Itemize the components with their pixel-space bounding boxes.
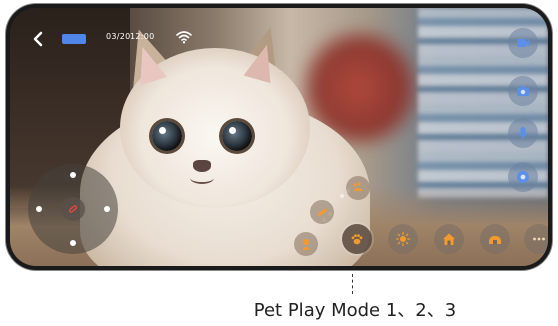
status-time: 12:00 xyxy=(130,32,155,41)
laser-icon xyxy=(68,205,78,213)
device-status-chip xyxy=(62,34,86,44)
cat-nose xyxy=(193,160,211,172)
video-record-icon xyxy=(517,39,530,47)
joystick-left-dot[interactable] xyxy=(36,206,42,212)
play-mode-3-button[interactable] xyxy=(346,176,370,200)
stage: 03/20 12:00 Pet Play Mode 1、2、3 xyxy=(0,0,558,326)
light-icon xyxy=(395,231,411,247)
joystick-down-dot[interactable] xyxy=(70,240,76,246)
arc-dot xyxy=(340,194,344,198)
annotation-label: Pet Play Mode 1、2、3 xyxy=(253,300,457,321)
cat-eye-right xyxy=(222,121,252,151)
camera-feed: 03/20 12:00 xyxy=(10,8,548,266)
joystick-handle[interactable] xyxy=(61,197,85,221)
annotation-pointer-line xyxy=(352,274,353,294)
settings-button[interactable] xyxy=(508,162,538,192)
house-low-icon xyxy=(489,236,501,244)
play-mode-2-icon xyxy=(317,208,327,216)
play-mode-1-button[interactable] xyxy=(294,232,318,256)
pet-play-button[interactable] xyxy=(342,224,372,254)
cat-eye-left xyxy=(152,121,182,151)
microphone-icon xyxy=(517,127,529,139)
joystick-up-dot[interactable] xyxy=(70,172,76,178)
back-button[interactable] xyxy=(30,30,48,48)
record-video-button[interactable] xyxy=(508,28,538,58)
cat-mouth xyxy=(190,172,214,184)
light-button[interactable] xyxy=(388,224,418,254)
snapshot-button[interactable] xyxy=(508,76,538,106)
home-icon xyxy=(443,233,455,245)
settings-icon xyxy=(517,171,529,183)
paw-icon xyxy=(351,234,363,245)
play-mode-2-button[interactable] xyxy=(310,200,334,224)
more-icon xyxy=(533,237,545,241)
play-mode-1-icon xyxy=(302,239,310,250)
microphone-button[interactable] xyxy=(508,118,538,148)
phone-frame: 03/20 12:00 xyxy=(6,4,552,270)
chevron-left-icon xyxy=(33,31,43,47)
joystick-right-dot[interactable] xyxy=(104,206,110,212)
camera-icon xyxy=(517,86,529,96)
status-date: 03/20 xyxy=(106,32,131,41)
play-mode-3-icon xyxy=(353,182,363,191)
direction-joystick[interactable] xyxy=(28,164,118,254)
home-button[interactable] xyxy=(434,224,464,254)
return-dock-button[interactable] xyxy=(480,224,510,254)
more-button[interactable] xyxy=(524,224,548,254)
wifi-icon xyxy=(176,30,192,44)
